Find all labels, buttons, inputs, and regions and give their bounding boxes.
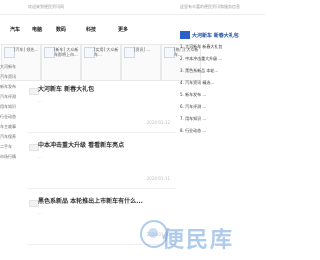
nav-item-1[interactable]: 汽车 — [10, 26, 20, 33]
post-title[interactable]: 黑色系新品 本轮推出上市新车有什么... — [38, 196, 172, 205]
card-title: [新车] 大众新车即将上市... — [54, 47, 79, 57]
nav-item-5[interactable]: 更多 — [118, 26, 128, 33]
nav-item-4[interactable]: 科技 — [86, 26, 96, 33]
panel-badge-icon — [180, 31, 190, 39]
post-title[interactable]: 大河新车 新春大礼包 — [38, 84, 172, 93]
top-bar: 欢迎来到便民资讯网 这里有丰富的便民资讯和服务信息 — [0, 0, 265, 15]
right-panel-header: 大河新车 新春大礼包 — [180, 28, 265, 42]
post-title[interactable]: 中本冲击重大升级 看看新车亮点 — [38, 140, 172, 149]
sidebar-item-2[interactable]: 汽车资讯 — [0, 74, 26, 80]
right-list-item-3[interactable]: 3. 黑色系新品 本轮... — [180, 68, 265, 73]
right-list-item-2[interactable]: 2. 中本冲击重大升级 ... — [180, 56, 265, 61]
sidebar-item-3[interactable]: 新车发布 — [0, 84, 26, 90]
nav-item-3[interactable]: 数码 — [56, 26, 66, 33]
post-item-2[interactable]: 中本冲击重大升级 看看新车亮点 ... 2024-01-11 — [28, 136, 176, 189]
left-sidebar: 大河新车 汽车资讯 新车发布 汽车评测 用车知识 行业动态 车主故事 汽车保养 … — [0, 64, 26, 260]
card-title: [实用] 大众新车... — [94, 47, 119, 57]
sidebar-item-4[interactable]: 汽车评测 — [0, 94, 26, 100]
sidebar-item-8[interactable]: 汽车保养 — [0, 134, 26, 140]
sidebar-item-9[interactable]: 二手车 — [0, 144, 26, 150]
right-list-item-8[interactable]: 8. 行业动态 ... — [180, 128, 265, 133]
sidebar-item-5[interactable]: 用车知识 — [0, 104, 26, 110]
card-title: [资讯] ... — [134, 47, 151, 52]
watermark-text: 便民库 — [162, 228, 235, 253]
card-title: [汽车] 领先... — [14, 47, 39, 52]
featured-card-3[interactable]: [实用] 大众新车... — [81, 44, 121, 81]
featured-card-2[interactable]: [新车] 大众新车即将上市... — [41, 44, 81, 81]
post-date: 2024-01-11 — [146, 176, 170, 181]
post-excerpt: ... — [38, 210, 42, 215]
sidebar-item-7[interactable]: 车主故事 — [0, 124, 26, 130]
site-welcome-text: 欢迎来到便民资讯网 — [28, 4, 64, 9]
sidebar-item-6[interactable]: 行业动态 — [0, 114, 26, 120]
post-item-1[interactable]: 大河新车 新春大礼包 ... 2024-01-12 — [28, 80, 176, 133]
featured-card-4[interactable]: [资讯] ... — [121, 44, 161, 81]
sidebar-item-1[interactable]: 大河新车 — [0, 64, 26, 70]
right-list-item-7[interactable]: 7. 用车知识 ... — [180, 116, 265, 121]
right-list-item-1[interactable]: 1. 大河新车 新春大礼包 — [180, 44, 265, 49]
nav-item-2[interactable]: 电脑 — [32, 26, 42, 33]
post-date: 2024-01-12 — [146, 120, 170, 125]
post-excerpt: ... — [38, 154, 42, 159]
right-panel-title[interactable]: 大河新车 新春大礼包 — [192, 32, 239, 39]
right-list-item-5[interactable]: 5. 新车发布 ... — [180, 92, 265, 97]
right-list-item-6[interactable]: 6. 汽车评测 ... — [180, 104, 265, 109]
sidebar-item-10[interactable]: 市场行情 — [0, 154, 26, 160]
right-list-item-4[interactable]: 4. 汽车资讯 精选... — [180, 80, 265, 85]
post-excerpt: ... — [38, 98, 42, 103]
